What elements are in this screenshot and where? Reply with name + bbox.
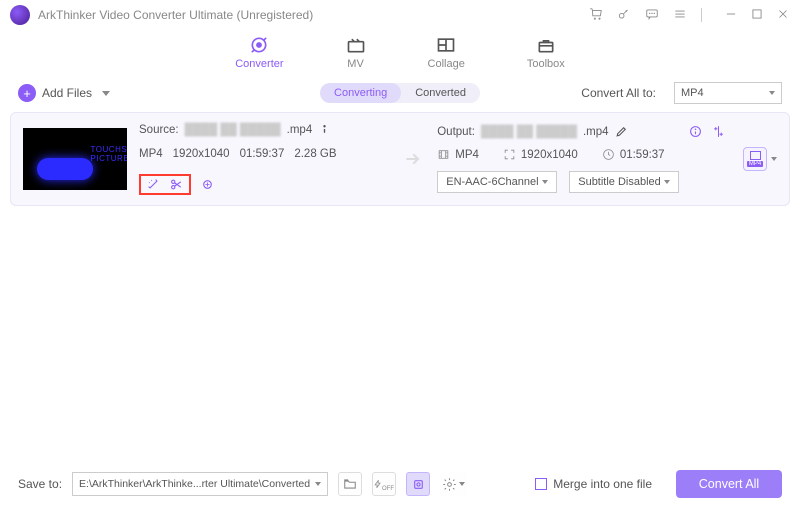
chevron-down-icon <box>102 91 110 96</box>
plus-icon: + <box>18 84 36 102</box>
save-path-value: E:\ArkThinker\ArkThinke...rter Ultimate\… <box>79 478 310 490</box>
chevron-down-icon <box>459 482 465 486</box>
app-title: ArkThinker Video Converter Ultimate (Unr… <box>38 8 313 22</box>
source-resolution: 1920x1040 <box>173 148 230 160</box>
app-logo-icon <box>10 5 30 25</box>
mv-icon <box>346 36 366 54</box>
convert-all-format-select[interactable]: MP4 <box>674 82 782 104</box>
source-row: Source: ████ ██ █████ .mp4 <box>139 123 389 136</box>
edit-wand-icon[interactable] <box>147 178 160 191</box>
source-format: MP4 <box>139 148 163 160</box>
source-extension: .mp4 <box>287 124 313 136</box>
shop-icon[interactable] <box>589 7 603 24</box>
output-filename-blurred: ████ ██ █████ <box>481 126 577 138</box>
add-files-button[interactable]: + Add Files <box>18 84 110 102</box>
convert-all-label: Convert All <box>699 477 759 491</box>
output-resolution: 1920x1040 <box>521 149 578 161</box>
menu-icon[interactable] <box>673 7 687 24</box>
divider <box>701 8 702 22</box>
convert-all-format-value: MP4 <box>681 87 704 99</box>
convert-all-button[interactable]: Convert All <box>676 470 782 498</box>
bottom-bar: Save to: E:\ArkThinker\ArkThinke...rter … <box>0 461 800 507</box>
add-files-label: Add Files <box>42 86 92 100</box>
chevron-down-icon <box>542 180 548 184</box>
chevron-down-icon <box>664 180 670 184</box>
tab-toolbox[interactable]: Toolbox <box>527 36 565 70</box>
chevron-down-icon[interactable] <box>771 157 777 161</box>
tab-converter-label: Converter <box>235 58 283 70</box>
maximize-icon[interactable] <box>750 7 764 24</box>
audio-track-value: EN-AAC-6Channel <box>446 176 538 188</box>
highlighted-tools <box>139 174 191 195</box>
converted-tab[interactable]: Converted <box>401 83 480 103</box>
tab-mv[interactable]: MV <box>346 36 366 70</box>
save-to-label: Save to: <box>18 477 62 491</box>
compress-icon[interactable] <box>712 125 725 138</box>
tab-collage[interactable]: Collage <box>428 36 465 70</box>
subtitle-select[interactable]: Subtitle Disabled <box>569 171 679 193</box>
info-icon[interactable] <box>318 123 331 136</box>
output-meta: MP4 1920x1040 01:59:37 <box>437 148 725 161</box>
file-item: TOUCHS PICTURES Source: ████ ██ █████ .m… <box>10 112 790 206</box>
output-selects: EN-AAC-6Channel Subtitle Disabled <box>437 171 725 193</box>
output-format: MP4 <box>455 149 479 161</box>
converter-icon <box>249 36 269 54</box>
checkbox-box <box>535 478 547 490</box>
merge-label: Merge into one file <box>553 477 652 491</box>
tab-mv-label: MV <box>347 58 364 70</box>
source-size: 2.28 GB <box>294 148 336 160</box>
main-tabs: Converter MV Collage Toolbox <box>0 30 800 74</box>
rename-pencil-icon[interactable] <box>615 125 628 138</box>
feedback-icon[interactable] <box>645 7 659 24</box>
converting-tab[interactable]: Converting <box>320 83 401 103</box>
clock-icon <box>602 148 615 161</box>
tab-collage-label: Collage <box>428 58 465 70</box>
toolbar: + Add Files Converting Converted Convert… <box>0 74 800 112</box>
arrow-right-icon <box>403 149 423 169</box>
output-label: Output: <box>437 126 475 138</box>
source-label: Source: <box>139 124 179 136</box>
audio-track-select[interactable]: EN-AAC-6Channel <box>437 171 557 193</box>
key-icon[interactable] <box>617 7 631 24</box>
hardware-accel-button[interactable]: OFF <box>372 472 396 496</box>
merge-checkbox[interactable]: Merge into one file <box>535 477 652 491</box>
enhance-icon[interactable] <box>201 178 214 191</box>
chevron-down-icon <box>315 482 321 486</box>
status-segment: Converting Converted <box>320 83 480 103</box>
expand-icon <box>503 148 516 161</box>
profile-label: MP4 <box>747 161 763 167</box>
chevron-down-icon <box>769 91 775 95</box>
close-icon[interactable] <box>776 7 790 24</box>
minimize-icon[interactable] <box>724 7 738 24</box>
film-icon <box>437 148 450 161</box>
tab-converter[interactable]: Converter <box>235 36 283 70</box>
toolbox-icon <box>536 36 556 54</box>
edit-icons <box>139 174 389 195</box>
open-folder-button[interactable] <box>338 472 362 496</box>
profile-wrap: MP4 <box>743 147 777 171</box>
source-duration: 01:59:37 <box>240 148 285 160</box>
video-thumbnail[interactable]: TOUCHS PICTURES <box>23 128 127 190</box>
output-row: Output: ████ ██ █████ .mp4 <box>437 125 725 138</box>
subtitle-value: Subtitle Disabled <box>578 176 661 188</box>
thumbnail-overlay-text: TOUCHS PICTURES <box>91 146 127 164</box>
output-duration: 01:59:37 <box>620 149 665 161</box>
title-bar: ArkThinker Video Converter Ultimate (Unr… <box>0 0 800 30</box>
output-column: Output: ████ ██ █████ .mp4 MP4 1920x1040… <box>437 125 725 193</box>
collage-icon <box>436 36 456 54</box>
tab-toolbox-label: Toolbox <box>527 58 565 70</box>
arrow-column <box>401 149 425 169</box>
source-meta: MP4 1920x1040 01:59:37 2.28 GB <box>139 148 389 160</box>
convert-all-to-label: Convert All to: <box>581 86 656 100</box>
info-circle-icon[interactable] <box>689 125 702 138</box>
settings-button[interactable] <box>440 472 467 496</box>
output-extension: .mp4 <box>583 126 609 138</box>
source-filename-blurred: ████ ██ █████ <box>185 124 281 136</box>
cut-scissors-icon[interactable] <box>170 178 183 191</box>
title-tools <box>589 7 790 24</box>
source-column: Source: ████ ██ █████ .mp4 MP4 1920x1040… <box>139 123 389 195</box>
gpu-button[interactable] <box>406 472 430 496</box>
save-path-select[interactable]: E:\ArkThinker\ArkThinke...rter Ultimate\… <box>72 472 328 496</box>
output-profile-button[interactable]: MP4 <box>743 147 767 171</box>
